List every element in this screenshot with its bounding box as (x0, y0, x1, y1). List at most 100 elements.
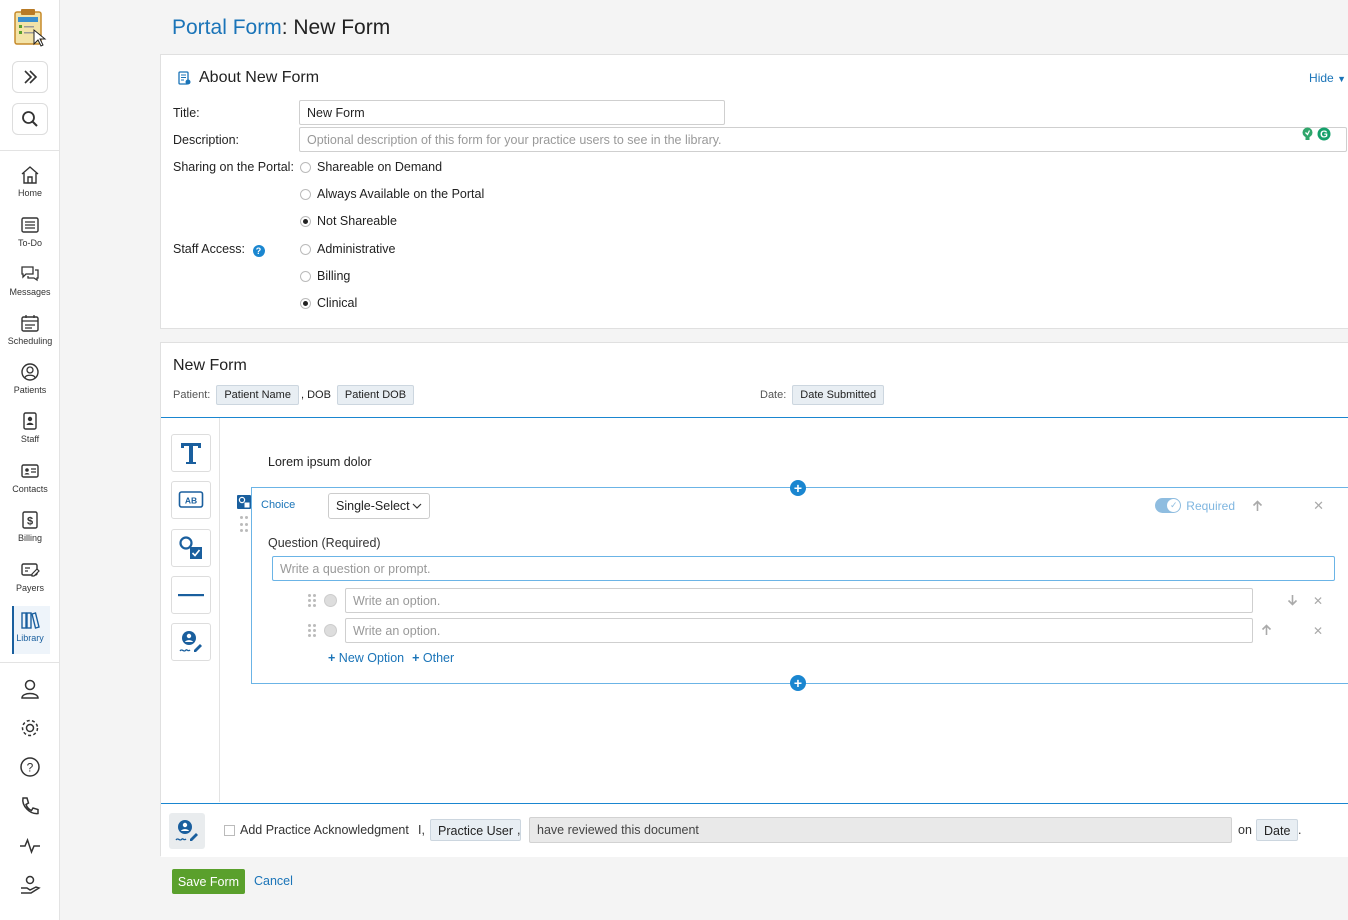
svg-text:?: ? (27, 761, 34, 775)
nav-item-billing[interactable]: $ Billing (0, 510, 60, 556)
form-builder-panel: New Form Patient: Patient Name , DOB Pat… (160, 342, 1348, 857)
caret-down-icon: ▼ (1337, 74, 1346, 84)
help-circle-icon[interactable]: ? (19, 756, 41, 778)
dob-label: , DOB (300, 389, 331, 401)
choice-mode-select[interactable]: Single-Select (328, 493, 430, 519)
add-text-tool[interactable] (171, 434, 211, 472)
select-value: Single-Select (336, 499, 410, 513)
nav-label: Home (17, 188, 42, 198)
description-input[interactable]: Optional description of this form for yo… (299, 127, 1347, 152)
care-hand-icon[interactable] (19, 874, 41, 896)
activity-pulse-icon[interactable] (19, 835, 41, 857)
nav-item-messages[interactable]: Messages (0, 264, 60, 310)
nav-label: Library (16, 633, 44, 643)
nav-item-scheduling[interactable]: Scheduling (0, 313, 60, 359)
sharing-option-not-shareable[interactable]: Not Shareable (300, 214, 397, 228)
page-title-link[interactable]: Portal Form (172, 16, 282, 39)
add-acknowledgment-label[interactable]: Add Practice Acknowledgment (240, 823, 409, 837)
lightbulb-icon[interactable] (1301, 127, 1314, 141)
arrow-up-icon[interactable] (1261, 624, 1272, 636)
option-row: Write an option. (308, 588, 1253, 613)
acknowledgment-statement-input[interactable]: have reviewed this document (529, 817, 1232, 843)
toggle-switch[interactable] (1155, 498, 1182, 513)
choice-type-icon (237, 495, 251, 509)
new-option-label: New Option (338, 651, 405, 665)
add-choice-tool[interactable] (171, 529, 211, 567)
search-button[interactable] (12, 103, 48, 135)
date-submitted-chip: Date Submitted (792, 385, 885, 405)
staff-option-billing[interactable]: Billing (300, 269, 350, 283)
save-form-button[interactable]: Save Form (172, 869, 245, 894)
grammarly-icon[interactable]: G (1317, 127, 1331, 141)
add-text-field-tool[interactable]: AB (171, 481, 211, 519)
ack-prefix: I, (418, 823, 425, 837)
staff-option-clinical[interactable]: Clinical (300, 296, 357, 310)
insert-above-button[interactable]: + (790, 480, 806, 496)
nav-item-payers[interactable]: Payers (0, 560, 60, 606)
add-acknowledgment-checkbox[interactable] (224, 825, 235, 836)
nav-label: Payers (15, 583, 44, 593)
insert-below-button[interactable]: + (790, 675, 806, 691)
required-toggle[interactable]: Required (1155, 498, 1235, 513)
phone-icon[interactable] (19, 795, 41, 817)
text-element[interactable]: Lorem ipsum dolor (268, 455, 372, 469)
title-input[interactable]: New Form (299, 100, 725, 125)
option-actions: + New Option + Other (328, 651, 454, 665)
nav-item-todo[interactable]: To-Do (0, 215, 60, 261)
question-input[interactable]: Write a question or prompt. (272, 556, 1335, 581)
arrow-down-icon[interactable] (1287, 594, 1298, 606)
drag-handle[interactable] (240, 516, 248, 534)
hide-label: Hide (1309, 71, 1334, 85)
sharing-option-always-available[interactable]: Always Available on the Portal (300, 187, 484, 201)
radio-button-selected[interactable] (300, 297, 311, 309)
therapy-notes-logo[interactable] (12, 8, 48, 48)
radio-button[interactable] (300, 188, 311, 200)
gear-icon[interactable] (19, 717, 41, 739)
other-option-button[interactable]: + Other (412, 651, 454, 665)
add-divider-tool[interactable] (171, 576, 211, 614)
chevron-down-icon (412, 503, 422, 509)
remove-option-icon[interactable]: ✕ (1313, 624, 1323, 638)
nav-label: Messages (9, 287, 51, 297)
nav-label: Billing (17, 533, 42, 543)
nav-item-home[interactable]: Home (0, 165, 60, 211)
arrow-up-icon[interactable] (1252, 500, 1263, 512)
choice-question-block[interactable]: Choice Single-Select Required ✕ Question… (251, 487, 1348, 684)
staff-option-administrative[interactable]: Administrative (300, 242, 396, 256)
option-input[interactable]: Write an option. (345, 618, 1253, 643)
nav-label: To-Do (17, 238, 42, 248)
close-icon[interactable]: ✕ (1313, 498, 1324, 514)
patient-header: Patient: Patient Name , DOB Patient DOB (173, 385, 415, 405)
horizontal-line-icon (178, 594, 204, 597)
remove-option-icon[interactable]: ✕ (1313, 594, 1323, 608)
option-input[interactable]: Write an option. (345, 588, 1253, 613)
expand-sidebar-button[interactable] (12, 61, 48, 93)
books-icon (21, 612, 40, 629)
nav-item-patients[interactable]: Patients (0, 362, 60, 408)
nav-item-contacts[interactable]: Contacts (0, 461, 60, 507)
hide-toggle[interactable]: Hide ▼ (1309, 71, 1346, 85)
radio-button[interactable] (300, 243, 311, 255)
svg-text:$: $ (27, 516, 33, 528)
nav-item-library[interactable]: Library (0, 606, 60, 656)
help-icon[interactable]: ? (252, 245, 265, 257)
new-option-button[interactable]: + New Option (328, 651, 404, 665)
about-heading-text: About New Form (199, 69, 320, 86)
user-circle-icon (21, 363, 39, 381)
patient-label: Patient: (173, 389, 211, 401)
sharing-option-shareable-on-demand[interactable]: Shareable on Demand (300, 160, 442, 174)
dollar-icon: $ (22, 511, 38, 529)
nav-item-staff[interactable]: Staff (0, 411, 60, 457)
option-drag-handle[interactable] (308, 623, 316, 638)
double-chevron-right-icon (24, 70, 38, 84)
user-profile-icon[interactable] (19, 678, 41, 700)
radio-button[interactable] (300, 270, 311, 282)
option-drag-handle[interactable] (308, 593, 316, 608)
cancel-link[interactable]: Cancel (254, 874, 293, 888)
radio-button-selected[interactable] (300, 215, 311, 227)
radio-button[interactable] (300, 161, 311, 173)
add-signature-tool[interactable] (171, 623, 211, 661)
nav-label: Patients (13, 385, 47, 395)
title-label: Title: (173, 106, 200, 120)
radio-label: Administrative (317, 242, 396, 256)
